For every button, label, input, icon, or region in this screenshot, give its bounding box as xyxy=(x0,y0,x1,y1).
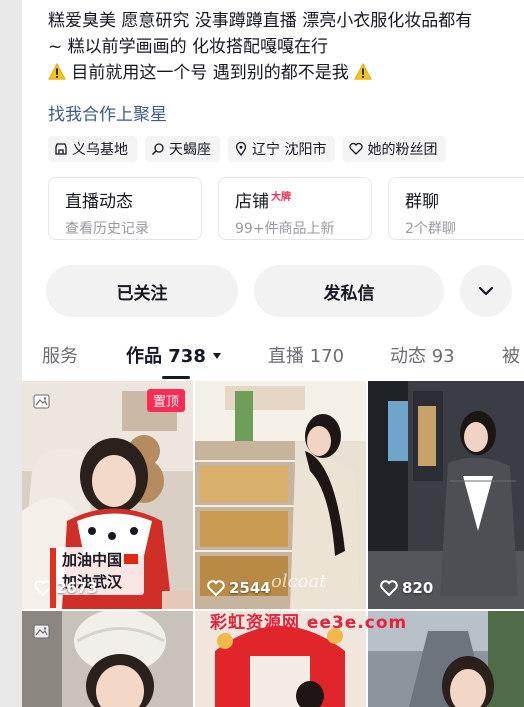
china-flag-icon xyxy=(124,554,139,564)
card-shop-sub: 99+件商品上新 xyxy=(235,221,335,237)
video-tile[interactable]: 820 xyxy=(368,381,524,609)
tab-works[interactable]: 作品 738 xyxy=(126,342,222,368)
caret-down-icon xyxy=(213,353,222,359)
like-count: 2673 xyxy=(34,579,98,597)
tag-zodiac[interactable]: 天蝎座 xyxy=(145,136,220,162)
bio-line-3-text: 目前就用这一个号 遇到别的都不是我 xyxy=(71,63,349,83)
like-count-value: 2544 xyxy=(229,579,271,597)
left-edge-strip xyxy=(0,0,22,707)
bio-line-3: 目前就用这一个号 遇到别的都不是我 xyxy=(48,60,524,86)
tag-store[interactable]: 义乌基地 xyxy=(48,136,137,162)
send-message-button[interactable]: 发私信 xyxy=(254,265,444,317)
heart-icon xyxy=(207,580,225,596)
tag-store-label: 义乌基地 xyxy=(72,142,128,158)
tab-more[interactable]: 被 xyxy=(502,342,520,368)
profile-tags: 义乌基地 天蝎座 辽宁 沈阳市 她的粉丝团 xyxy=(48,136,447,162)
video-tile[interactable] xyxy=(22,611,193,707)
cooperation-link[interactable]: 找我合作上聚星 xyxy=(48,100,167,125)
more-button[interactable] xyxy=(460,265,512,317)
card-shop[interactable]: 店铺 大牌 99+件商品上新 xyxy=(218,177,372,240)
card-group-sub: 2个群聊 xyxy=(405,221,456,237)
tag-fan-club[interactable]: 她的粉丝团 xyxy=(343,136,447,162)
active-tab-indicator xyxy=(162,376,190,379)
tab-dynamics[interactable]: 动态 93 xyxy=(390,342,455,368)
store-icon xyxy=(55,143,67,155)
card-shop-title: 店铺 xyxy=(235,192,269,212)
followed-button[interactable]: 已关注 xyxy=(46,265,238,317)
tag-location[interactable]: 辽宁 沈阳市 xyxy=(228,136,336,162)
card-live-history[interactable]: 直播动态 查看历史记录 xyxy=(48,177,202,240)
gallery-icon xyxy=(33,624,50,639)
card-group-title: 群聊 xyxy=(405,192,439,212)
brand-badge: 大牌 xyxy=(271,192,291,203)
tag-location-label: 辽宁 沈阳市 xyxy=(252,142,327,158)
like-count: 2544 xyxy=(207,579,271,597)
fan-club-icon xyxy=(349,142,364,155)
action-buttons: 已关注 发私信 xyxy=(46,265,512,317)
site-watermark: 彩虹资源网 ee3e.com xyxy=(210,613,408,633)
video-thumbnail xyxy=(368,381,524,609)
bio-line-2: ~ 糕以前学画画的 化妆搭配嘎嘎在行 xyxy=(48,37,329,57)
warning-icon xyxy=(48,63,66,80)
tab-live[interactable]: 直播 170 xyxy=(268,342,344,368)
like-count-value: 820 xyxy=(402,579,434,597)
search-person-icon xyxy=(151,143,164,156)
like-count-value: 2673 xyxy=(56,579,98,597)
content-tabs: 服务 作品 738 直播 170 动态 93 被 xyxy=(22,336,524,379)
like-count: 820 xyxy=(380,579,433,597)
feature-cards: 直播动态 查看历史记录 店铺 大牌 99+件商品上新 群聊 2个群聊 xyxy=(48,177,524,240)
profile-page: 糕爱臭美 愿意研究 没事蹲蹲直播 漂亮小衣服化妆品都有 ~ 糕以前学画画的 化妆… xyxy=(22,0,524,707)
profile-bio: 糕爱臭美 愿意研究 没事蹲蹲直播 漂亮小衣服化妆品都有 ~ 糕以前学画画的 化妆… xyxy=(48,8,524,86)
card-live-sub: 查看历史记录 xyxy=(65,221,149,237)
pinned-badge: 置顶 xyxy=(146,389,185,412)
location-icon xyxy=(235,142,247,156)
tab-works-label: 作品 738 xyxy=(126,346,206,367)
gallery-icon xyxy=(33,394,50,409)
tag-zodiac-label: 天蝎座 xyxy=(169,142,211,158)
video-overlay-text: olcoat xyxy=(271,571,327,592)
card-live-title: 直播动态 xyxy=(65,192,133,212)
heart-icon xyxy=(380,580,398,596)
caption-accent-bar xyxy=(50,548,56,608)
caption-line-1: 加油中国 xyxy=(62,551,123,569)
tab-services[interactable]: 服务 xyxy=(42,342,78,368)
chevron-down-icon xyxy=(478,286,494,296)
warning-icon xyxy=(354,63,373,80)
video-tile[interactable]: 置顶 加油中国 加油武汉 2673 xyxy=(22,381,193,609)
tag-fan-club-label: 她的粉丝团 xyxy=(367,142,438,158)
card-group-chat[interactable]: 群聊 2个群聊 xyxy=(388,177,524,240)
video-tile[interactable]: olcoat 2544 xyxy=(195,381,366,609)
bio-line-1: 糕爱臭美 愿意研究 没事蹲蹲直播 漂亮小衣服化妆品都有 xyxy=(48,11,473,31)
